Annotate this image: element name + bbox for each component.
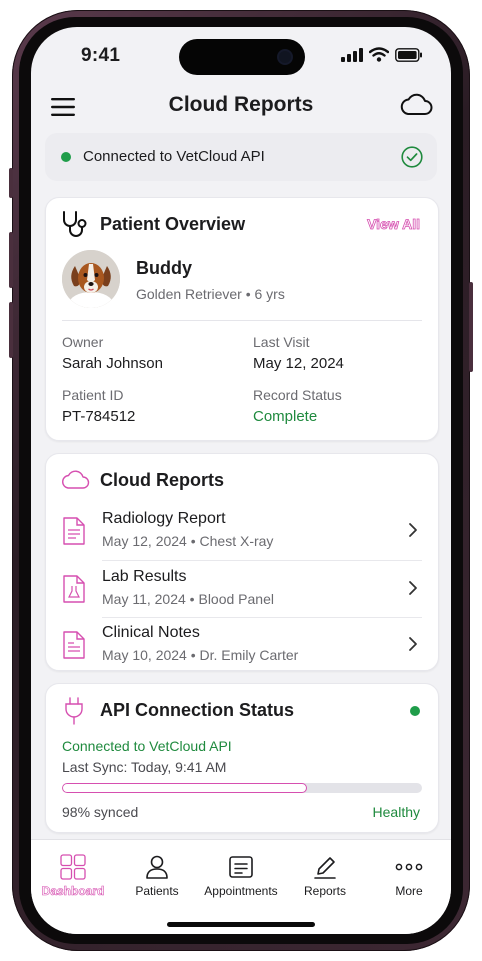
- report-title: Lab Results: [102, 568, 187, 585]
- action-button: [9, 168, 13, 198]
- dynamic-island: [179, 39, 305, 75]
- cloud-sync-button[interactable]: [399, 91, 433, 122]
- bottom-tab-bar: Dashboard Patients Appointments Reports …: [31, 839, 451, 934]
- volume-down-button: [9, 302, 13, 358]
- cloud-outline-icon: [62, 470, 90, 489]
- api-connected-text: Connected to VetCloud API: [62, 738, 232, 754]
- chevron-right-icon: [409, 523, 417, 537]
- check-circle-icon: [401, 146, 423, 173]
- last-visit-value: May 12, 2024: [253, 355, 344, 372]
- cellular-signal-icon: [341, 47, 363, 62]
- api-status-dot: [410, 706, 420, 716]
- tab-appointments[interactable]: Appointments: [199, 840, 283, 910]
- api-status-card: API Connection Status Connected to VetCl…: [45, 683, 439, 833]
- report-title: Clinical Notes: [102, 624, 200, 641]
- grid-icon: [60, 854, 86, 880]
- tab-label: Appointments: [204, 884, 278, 898]
- report-item-clinical[interactable]: Clinical Notes May 10, 2024 • Dr. Emily …: [46, 618, 438, 674]
- pet-avatar: [62, 250, 120, 308]
- view-all-link[interactable]: View All: [367, 216, 421, 233]
- clipboard-icon: [63, 631, 85, 659]
- synced-percent-text: 98% synced: [62, 804, 139, 820]
- edit-icon: [314, 857, 336, 879]
- power-button: [469, 282, 473, 372]
- sync-progress-fill: [62, 783, 307, 793]
- camera-icon: [279, 51, 291, 63]
- tab-label: Patients: [135, 884, 179, 898]
- page-title: Cloud Reports: [168, 93, 314, 116]
- sync-progress-bar: [62, 783, 422, 793]
- tab-patients[interactable]: Patients: [115, 840, 199, 910]
- report-subtitle: May 12, 2024 • Chest X-ray: [102, 533, 274, 549]
- battery-icon: [395, 47, 422, 62]
- patient-id-label: Patient ID: [62, 387, 124, 403]
- connection-banner: Connected to VetCloud API: [45, 133, 437, 181]
- report-item-lab[interactable]: Lab Results May 11, 2024 • Blood Panel: [46, 562, 438, 618]
- tab-label: Reports: [303, 884, 347, 898]
- more-icon: [395, 863, 423, 871]
- document-icon: [63, 517, 85, 545]
- plug-icon: [65, 697, 83, 725]
- record-status-value: Complete: [253, 408, 318, 425]
- connection-status-dot: [61, 152, 71, 162]
- app-screen: 9:41 Cloud Reports Connected to VetCloud…: [31, 27, 451, 934]
- chevron-right-icon: [409, 581, 417, 595]
- pet-name: Buddy: [136, 258, 192, 278]
- calendar-list-icon: [229, 856, 253, 878]
- cloud-icon: [400, 93, 433, 115]
- report-item-radiology[interactable]: Radiology Report May 12, 2024 • Chest X-…: [46, 504, 438, 560]
- dog-avatar-icon: [62, 250, 120, 308]
- last-sync-text: Last Sync: Today, 9:41 AM: [62, 759, 227, 775]
- section-divider: [62, 320, 422, 321]
- pet-breed-age: Golden Retriever • 6 yrs: [136, 286, 285, 302]
- tab-label: More: [395, 884, 423, 898]
- status-icons: [341, 47, 423, 62]
- wifi-icon: [369, 47, 389, 62]
- tab-dashboard[interactable]: Dashboard: [31, 840, 115, 910]
- tab-more[interactable]: More: [367, 840, 451, 910]
- owner-value: Sarah Johnson: [62, 355, 163, 372]
- tab-reports[interactable]: Reports: [283, 840, 367, 910]
- owner-label: Owner: [62, 334, 104, 350]
- report-subtitle: May 10, 2024 • Dr. Emily Carter: [102, 647, 299, 663]
- tab-label: Dashboard: [41, 884, 105, 899]
- last-visit-label: Last Visit: [253, 334, 310, 350]
- record-status-label: Record Status: [253, 387, 342, 403]
- patient-overview-title: Patient Overview: [100, 214, 246, 234]
- lab-document-icon: [63, 575, 85, 603]
- status-time: 9:41: [81, 45, 121, 66]
- volume-up-button: [9, 232, 13, 288]
- api-status-title: API Connection Status: [100, 700, 295, 720]
- health-status-text: Healthy: [372, 804, 420, 820]
- row-divider: [102, 560, 422, 561]
- report-title: Radiology Report: [102, 510, 226, 527]
- chevron-right-icon: [409, 637, 417, 651]
- patient-id-value: PT-784512: [62, 408, 136, 425]
- cloud-reports-title: Cloud Reports: [100, 470, 224, 490]
- cloud-reports-card: Cloud Reports Radiology Report May 12, 2…: [45, 453, 439, 671]
- person-icon: [146, 855, 168, 879]
- connection-banner-text: Connected to VetCloud API: [83, 148, 265, 165]
- patient-overview-card: Patient Overview View All Buddy Golden R…: [45, 197, 439, 441]
- stethoscope-icon: [63, 211, 87, 237]
- report-subtitle: May 11, 2024 • Blood Panel: [102, 591, 274, 607]
- home-indicator: [167, 922, 315, 927]
